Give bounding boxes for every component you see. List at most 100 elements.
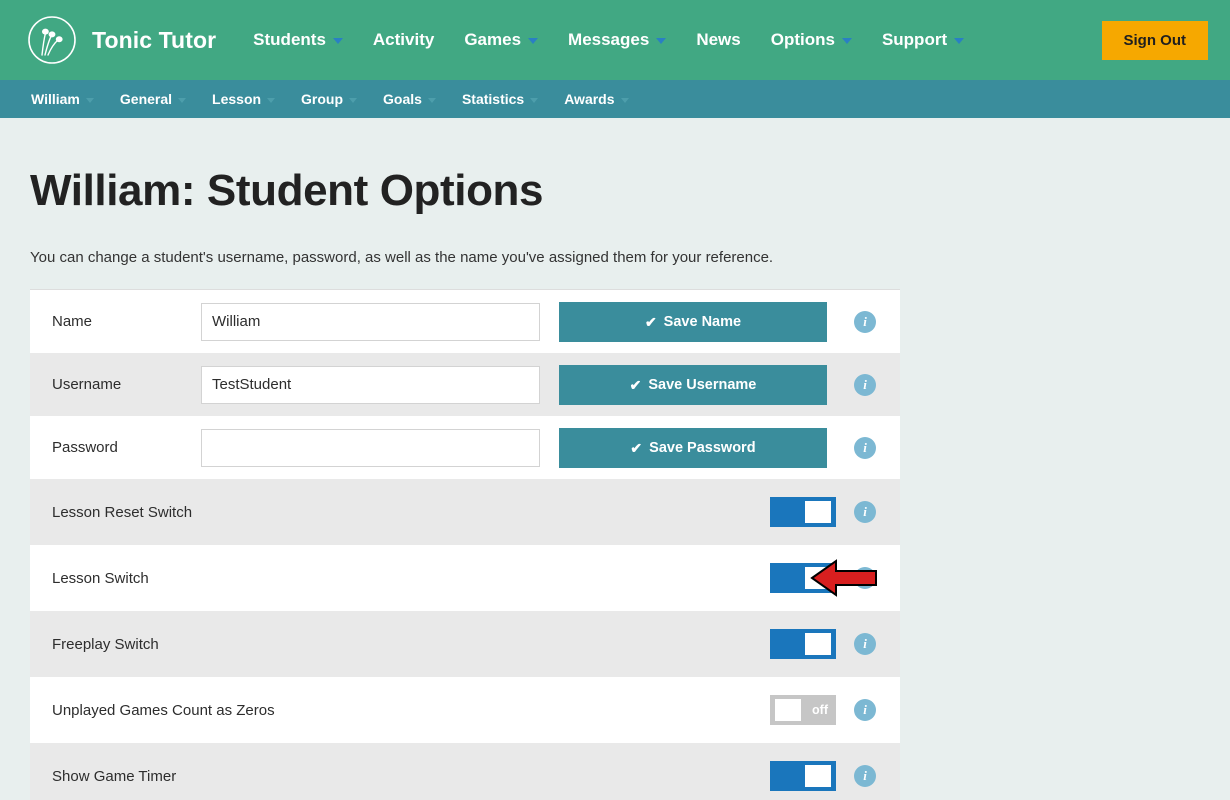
password-input[interactable] [201,428,540,467]
nav-item-label: News [696,30,741,49]
check-icon: ✔ [644,313,657,330]
subnav-item-label: General [119,91,173,107]
lesson-reset-switch-toggle[interactable] [770,497,836,527]
info-icon[interactable]: i [854,310,876,333]
row-label: Lesson Reset Switch [52,503,193,521]
toggle-knob [805,501,831,523]
check-icon: ✔ [630,439,643,456]
chevron-down-icon [841,38,852,44]
table-row: Freeplay Switch i [30,611,900,677]
sign-out-button[interactable]: Sign Out [1101,20,1208,60]
row-label: Show Game Timer [52,767,177,785]
info-icon[interactable]: i [854,501,876,523]
nav-item-label: Games [464,30,522,49]
toggle-state-label: off [812,703,828,717]
info-icon[interactable]: i [854,765,876,787]
freeplay-switch-toggle[interactable] [770,629,836,659]
save-name-action: ✔ Save Name [559,301,827,342]
save-password-action: ✔ Save Password [559,427,827,468]
chevron-down-icon [349,97,358,103]
subnav-item-label: Statistics [461,91,525,107]
nav-item-options[interactable]: Options [756,22,867,58]
subnav-item-label: William [31,91,80,107]
chevron-down-icon [528,38,539,44]
nav-item-messages[interactable]: Messages [553,22,681,58]
table-row: Unplayed Games Count as Zeros off i [30,677,900,743]
info-icon[interactable]: i [854,633,876,655]
row-label: Freeplay Switch [52,635,159,653]
student-subnav-bar: William General Lesson Group Goals Stati… [0,80,1230,118]
chevron-down-icon [620,97,629,103]
toggle-knob [775,699,801,721]
page-title: William: Student Options [30,166,544,215]
top-header-bar: Tonic Tutor Students Activity Games Mess… [0,0,1230,80]
name-input[interactable] [201,302,540,341]
tonic-tutor-circle-logo-icon [26,14,78,66]
nav-item-activity[interactable]: Activity [358,22,449,58]
table-row: Lesson Switch i [30,545,900,611]
chevron-down-icon [332,38,343,44]
page-description: You can change a student's username, pas… [30,249,774,266]
chevron-down-icon [267,97,276,103]
subnav-item-statistics[interactable]: Statistics [449,85,551,113]
subnav-item-lesson[interactable]: Lesson [199,85,288,113]
chevron-down-icon [656,38,667,44]
save-username-action: ✔ Save Username [559,364,827,405]
row-label: Unplayed Games Count as Zeros [52,701,275,719]
subnav-item-awards[interactable]: Awards [551,85,641,113]
toggle-knob [805,765,831,787]
username-input[interactable] [201,365,540,404]
brand-logo-group[interactable]: Tonic Tutor [26,14,216,66]
main-navigation: Students Activity Games Messages News Op… [238,22,1101,58]
save-button-label: Save Username [648,376,757,393]
table-row: Name ✔ Save Name i [30,290,900,353]
row-label: Lesson Switch [52,569,149,587]
nav-item-label: Activity [372,30,435,49]
nav-item-label: Options [770,30,835,49]
toggle-knob [805,567,831,589]
subnav-item-william[interactable]: William [18,85,107,113]
save-username-button[interactable]: ✔ Save Username [559,364,827,405]
table-row: Show Game Timer i [30,743,900,800]
subnav-item-label: Awards [564,91,615,107]
nav-item-label: Students [253,30,326,49]
chevron-down-icon [427,97,436,103]
chevron-down-icon [85,97,94,103]
chevron-down-icon [178,97,187,103]
save-name-button[interactable]: ✔ Save Name [559,301,827,342]
chevron-down-icon [530,97,539,103]
subnav-item-general[interactable]: General [107,85,199,113]
name-field-wrap [201,302,559,341]
table-row: Username ✔ Save Username i [30,353,900,416]
unplayed-games-count-as-zeros-toggle[interactable]: off [770,695,836,725]
username-field-wrap [201,365,559,404]
row-label: Name [52,313,93,330]
save-button-label: Save Name [663,313,742,330]
nav-item-label: Messages [568,30,650,49]
save-button-label: Save Password [649,439,756,456]
subnav-item-label: Goals [383,91,422,107]
nav-item-news[interactable]: News [681,22,755,58]
nav-item-support[interactable]: Support [867,22,979,58]
info-icon[interactable]: i [854,436,876,459]
info-icon[interactable]: i [854,373,876,396]
subnav-item-label: Lesson [212,91,262,107]
info-icon[interactable]: i [854,699,876,721]
row-label: Username [52,376,122,393]
nav-item-students[interactable]: Students [238,22,358,58]
nav-item-label: Support [881,30,948,49]
chevron-down-icon [954,38,965,44]
row-label: Password [52,439,118,456]
password-field-wrap [201,428,559,467]
subnav-item-group[interactable]: Group [288,85,370,113]
show-game-timer-toggle[interactable] [770,761,836,791]
subnav-item-goals[interactable]: Goals [370,85,449,113]
info-icon[interactable]: i [854,567,876,589]
lesson-switch-toggle[interactable] [770,563,836,593]
check-icon: ✔ [629,376,642,393]
save-password-button[interactable]: ✔ Save Password [559,427,827,468]
subnav-item-label: Group [301,91,344,107]
page-body: William: Student Options You can change … [0,166,1230,800]
nav-item-games[interactable]: Games [449,22,553,58]
table-row: Lesson Reset Switch i [30,479,900,545]
